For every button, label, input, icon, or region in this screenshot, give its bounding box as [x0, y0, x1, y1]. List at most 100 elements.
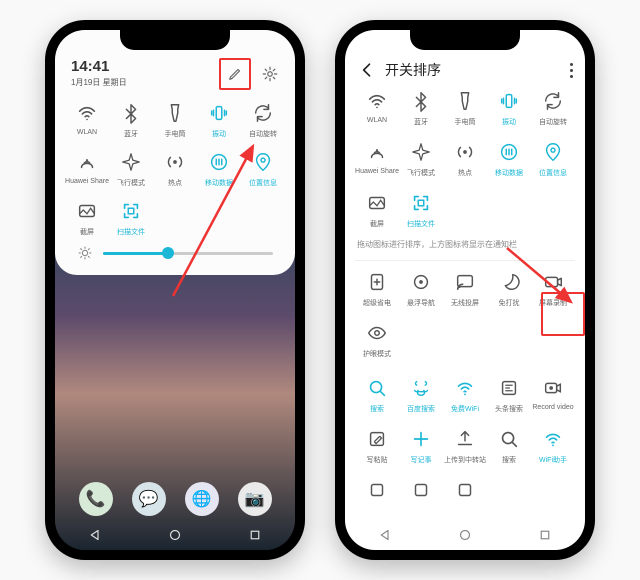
qs-tile-bt[interactable]: 蓝牙: [109, 100, 153, 139]
rotate-icon: [250, 100, 276, 126]
qs-tile-x3[interactable]: [443, 477, 487, 506]
notch: [410, 28, 520, 50]
dock: 📞 💬 🌐 📷: [55, 482, 295, 516]
qs-tile-loc[interactable]: 位置信息: [241, 149, 285, 188]
qs-tile-search[interactable]: 搜索: [355, 375, 399, 414]
wlan-icon: [364, 88, 390, 114]
tile-label: 无线投屏: [451, 298, 479, 308]
edit-tiles-button[interactable]: [219, 58, 251, 90]
qs-tile-float[interactable]: 悬浮导航: [399, 269, 443, 308]
qs-tile-data[interactable]: 移动数据: [487, 139, 531, 178]
extra-tiles-grid: 搜索 百度搜索免费WiFi头条搜索Record video 写粘贴写记事上传到中转站…: [355, 375, 575, 506]
qs-tile-save[interactable]: 超级省电: [355, 269, 399, 308]
qs-tile-x2[interactable]: [399, 477, 443, 506]
qs-tile-bt[interactable]: 蓝牙: [399, 88, 443, 127]
qs-tile-vibe[interactable]: 振动: [197, 100, 241, 139]
tile-label: 移动数据: [495, 168, 523, 178]
torch-icon: [452, 88, 478, 114]
search-icon: [364, 375, 390, 401]
x1-icon: [364, 477, 390, 503]
screen-left: 14:41 1月19日 星期日 WLAN蓝牙手电筒振动自动旋转Huawei Sh…: [55, 30, 295, 550]
qs-tile-wifi[interactable]: 免费WiFi: [443, 375, 487, 414]
qs-tile-loc[interactable]: 位置信息: [531, 139, 575, 178]
tile-label: 搜索: [370, 404, 384, 414]
tile-label: WLAN: [367, 117, 387, 124]
note-icon: [408, 426, 434, 452]
annotation-highlight-screen-record: [541, 292, 585, 336]
qs-tile-scan[interactable]: 扫描文件: [109, 198, 153, 237]
android-navbar: [345, 526, 585, 544]
upload-icon: [452, 426, 478, 452]
phone-left: 14:41 1月19日 星期日 WLAN蓝牙手电筒振动自动旋转Huawei Sh…: [45, 20, 305, 560]
qs-tile-recv[interactable]: Record video: [531, 375, 575, 414]
qs-tile-shot[interactable]: 截屏: [65, 198, 109, 237]
hshare-icon: [74, 149, 100, 175]
qs-tile-hshare[interactable]: Huawei Share: [355, 139, 399, 178]
dnd-icon: [496, 269, 522, 295]
qs-tile-dnd[interactable]: 免打扰: [487, 269, 531, 308]
qs-tile-clip[interactable]: 写粘贴: [355, 426, 399, 465]
qs-tile-shot[interactable]: 截屏: [355, 190, 399, 229]
tile-label: 移动数据: [205, 178, 233, 188]
overflow-menu[interactable]: [570, 63, 573, 78]
plane-icon: [408, 139, 434, 165]
qs-tile-wlan[interactable]: WLAN: [65, 100, 109, 139]
qs-tile-vibe[interactable]: 振动: [487, 88, 531, 127]
qs-tile-eye[interactable]: 护眼模式: [355, 320, 399, 359]
save-icon: [364, 269, 390, 295]
qs-tile-wifia[interactable]: WiFi助手: [531, 426, 575, 465]
qs-tile-baidu[interactable]: 百度搜索: [399, 375, 443, 414]
dock-app-browser[interactable]: 🌐: [185, 482, 219, 516]
x2-icon: [408, 477, 434, 503]
tile-label: 悬浮导航: [407, 298, 435, 308]
data-icon: [496, 139, 522, 165]
qs-tile-rotate[interactable]: 自动旋转: [241, 100, 285, 139]
tile-label: 自动旋转: [249, 129, 277, 139]
brightness-icon: [77, 245, 93, 261]
qs-tile-head[interactable]: 头条搜索: [487, 375, 531, 414]
nav-home[interactable]: [456, 526, 474, 544]
qs-tile-hot[interactable]: 热点: [443, 139, 487, 178]
qs-tile-plane[interactable]: 飞行模式: [399, 139, 443, 178]
gear-icon[interactable]: [261, 65, 279, 83]
qs-tile-rotate[interactable]: 自动旋转: [531, 88, 575, 127]
qs-tile-wlan[interactable]: WLAN: [355, 88, 399, 127]
qs-tile-hot[interactable]: 热点: [153, 149, 197, 188]
loc-icon: [540, 139, 566, 165]
back-button[interactable]: [357, 60, 377, 80]
dock-app-phone[interactable]: 📞: [79, 482, 113, 516]
nav-back[interactable]: [376, 526, 394, 544]
qs-tile-plane[interactable]: 飞行模式: [109, 149, 153, 188]
nav-back[interactable]: [86, 526, 104, 544]
qs-tile-torch[interactable]: 手电筒: [443, 88, 487, 127]
qs-tile-x1[interactable]: [355, 477, 399, 506]
dock-app-msg[interactable]: 💬: [132, 482, 166, 516]
torch-icon: [162, 100, 188, 126]
scan-icon: [118, 198, 144, 224]
qs-tile-torch[interactable]: 手电筒: [153, 100, 197, 139]
float-icon: [408, 269, 434, 295]
srch2-icon: [496, 426, 522, 452]
tile-label: 热点: [458, 168, 472, 178]
nav-recent[interactable]: [246, 526, 264, 544]
page-title: 开关排序: [385, 60, 441, 80]
qs-tile-data[interactable]: 移动数据: [197, 149, 241, 188]
dock-app-camera[interactable]: 📷: [238, 482, 272, 516]
brightness-slider[interactable]: [103, 252, 273, 255]
qs-tile-scan[interactable]: 扫描文件: [399, 190, 443, 229]
qs-tile-hshare[interactable]: Huawei Share: [65, 149, 109, 188]
qs-tile-note[interactable]: 写记事: [399, 426, 443, 465]
tile-label: 扫描文件: [117, 227, 145, 237]
drag-hint: 拖动图标进行排序，上方图标将显示在通知栏: [355, 229, 575, 258]
nav-recent[interactable]: [536, 526, 554, 544]
vibe-icon: [206, 100, 232, 126]
tile-label: 自动旋转: [539, 117, 567, 127]
qs-tile-cast[interactable]: 无线投屏: [443, 269, 487, 308]
tile-label: 位置信息: [539, 168, 567, 178]
qs-tile-srch2[interactable]: 搜索: [487, 426, 531, 465]
nav-home[interactable]: [166, 526, 184, 544]
tile-label: 超级省电: [363, 298, 391, 308]
tile-label: 手电筒: [165, 129, 186, 139]
qs-tile-upload[interactable]: 上传到中转站: [443, 426, 487, 465]
rotate-icon: [540, 88, 566, 114]
